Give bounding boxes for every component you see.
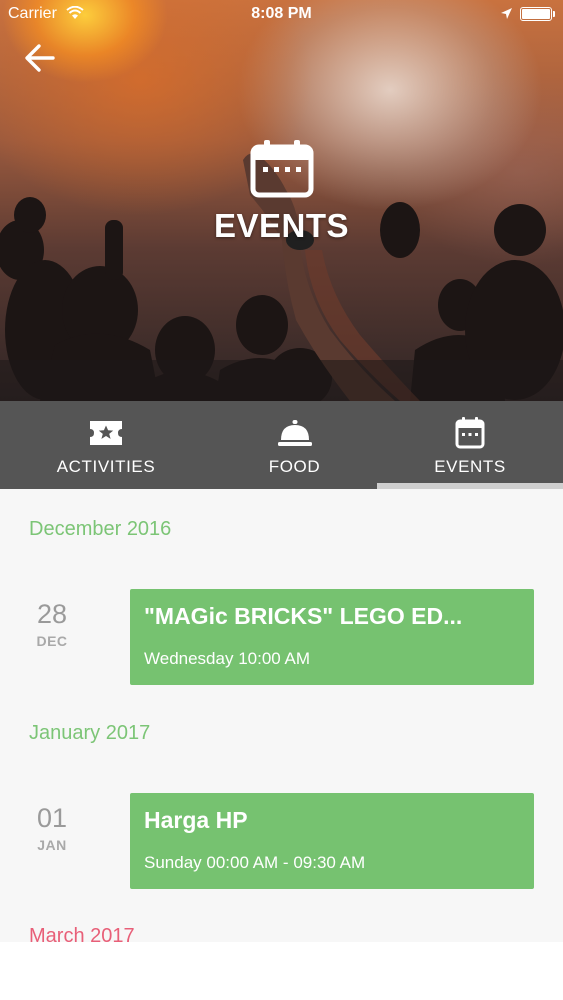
tab-activities-label: ACTIVITIES [56,457,156,476]
event-card[interactable]: "MAGic BRICKS" LEGO ED... Wednesday 10:0… [130,589,534,685]
event-title: Harga HP [144,807,248,833]
event-day: 28 [36,599,68,629]
event-day: 01 [36,803,68,833]
location-arrow-icon [501,8,512,19]
event-title: "MAGic BRICKS" LEGO ED... [144,603,463,629]
event-month-abbr: JAN [37,837,67,853]
food-cloche-icon [277,420,312,446]
event-card[interactable]: Harga HP Sunday 00:00 AM - 09:30 AM [130,793,534,889]
calendar-icon [250,140,314,198]
hero-banner: Carrier 8:08 PM EVENTS [0,0,563,401]
tab-food-label: FOOD [268,457,321,476]
tab-activities[interactable]: ACTIVITIES [0,401,212,489]
back-arrow-icon[interactable] [22,40,58,76]
tab-food[interactable]: FOOD [212,401,377,489]
events-list[interactable]: December 2016 28 DEC "MAGic BRICKS" LEGO… [0,489,563,942]
battery-icon [520,7,552,21]
page-title: EVENTS [213,207,350,244]
event-time: Sunday 00:00 AM - 09:30 AM [144,853,366,872]
status-bar: Carrier 8:08 PM [0,0,563,30]
tab-events-label: EVENTS [434,457,506,476]
month-header: March 2017 [29,925,135,942]
concert-crowd-image [0,153,563,401]
ticket-star-icon [90,421,122,445]
month-header: December 2016 [29,518,172,540]
calendar-icon [455,417,485,449]
event-time: Wednesday 10:00 AM [144,649,311,668]
month-header: January 2017 [29,722,151,744]
battery-tip [553,11,555,17]
bottom-area [0,942,563,1000]
status-time: 8:08 PM [251,5,312,22]
tab-bar: ACTIVITIES FOOD EVENTS [0,401,563,489]
event-month-abbr: DEC [36,633,68,649]
tab-events[interactable]: EVENTS [377,401,563,489]
